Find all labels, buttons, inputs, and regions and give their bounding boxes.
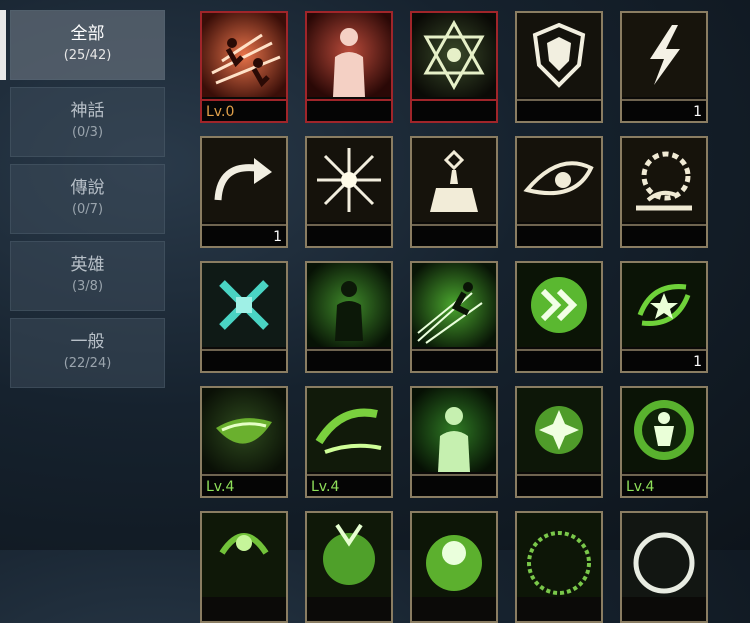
skill-slot[interactable]: Lv.0 [200, 11, 288, 123]
green-whirl-icon [307, 388, 391, 472]
slot-footer [517, 99, 601, 121]
skill-slot[interactable]: Lv.4 [620, 386, 708, 498]
pedestal-icon [412, 138, 496, 222]
dash-attack-icon [202, 13, 286, 97]
slot-footer: 1 [202, 224, 286, 246]
category-count: (22/24) [63, 356, 112, 371]
skill-slot[interactable] [305, 136, 393, 248]
green-flower-icon [517, 388, 601, 472]
skill-count: 1 [693, 354, 702, 370]
burst-icon [307, 138, 391, 222]
slot-footer: 1 [622, 99, 706, 121]
slot-footer: Lv.4 [202, 474, 286, 496]
skill-slot[interactable] [515, 386, 603, 498]
skill-slot[interactable] [410, 11, 498, 123]
sprint-icon [412, 263, 496, 347]
slot-footer: Lv.4 [307, 474, 391, 496]
category-all[interactable]: 全部 (25/42) [10, 10, 165, 80]
slot-footer [307, 224, 391, 246]
skill-slot[interactable] [410, 261, 498, 373]
slot-footer [412, 224, 496, 246]
double-chevron-icon [517, 263, 601, 347]
green-ram-icon [412, 513, 496, 597]
green-orb-icon [307, 513, 391, 597]
crossed-blades-icon [202, 263, 286, 347]
slot-footer: Lv.0 [202, 99, 286, 121]
eye-icon [517, 138, 601, 222]
green-ring-icon [622, 513, 706, 597]
category-name: 全部 [70, 24, 105, 44]
skill-slot[interactable] [515, 261, 603, 373]
skill-level: Lv.4 [311, 479, 340, 495]
slot-footer [307, 349, 391, 371]
human-aura-icon [307, 263, 391, 347]
slot-footer [517, 474, 601, 496]
category-name: 傳說 [70, 178, 105, 198]
category-sidebar: 全部 (25/42) 神話 (0/3) 傳說 (0/7) 英雄 (3/8) 一般… [0, 0, 170, 550]
category-heroic[interactable]: 英雄 (3/8) [10, 241, 165, 311]
skill-level: Lv.4 [626, 479, 655, 495]
skill-grid: Lv.0 1 1 1 Lv.4 Lv.4 Lv.4 [185, 0, 750, 623]
skill-level: Lv.0 [206, 104, 235, 120]
skill-slot[interactable]: 1 [200, 136, 288, 248]
skill-slot[interactable] [200, 261, 288, 373]
category-count: (3/8) [71, 279, 104, 294]
skill-slot[interactable] [620, 136, 708, 248]
spiked-wheel-icon [622, 138, 706, 222]
lightning-icon [622, 13, 706, 97]
slot-footer [517, 224, 601, 246]
category-name: 英雄 [70, 255, 105, 275]
green-slash-icon [202, 388, 286, 472]
green-beast-icon [202, 513, 286, 597]
selected-indicator [0, 10, 6, 80]
slot-footer [202, 349, 286, 371]
shield-icon [517, 13, 601, 97]
green-armor-icon [622, 388, 706, 472]
slot-footer: Lv.4 [622, 474, 706, 496]
human-silhouette-icon [307, 13, 391, 97]
green-silhouette-icon [412, 388, 496, 472]
category-name: 神話 [70, 101, 105, 121]
skill-count: 1 [693, 104, 702, 120]
category-count: (25/42) [63, 48, 112, 63]
skill-slot[interactable] [305, 511, 393, 623]
skill-slot[interactable] [410, 386, 498, 498]
skill-slot[interactable] [515, 11, 603, 123]
rune-star-icon [622, 263, 706, 347]
skill-count: 1 [273, 229, 282, 245]
category-legendary[interactable]: 傳說 (0/7) [10, 164, 165, 234]
slot-footer [622, 224, 706, 246]
green-rune-circle-icon [517, 513, 601, 597]
category-common[interactable]: 一般 (22/24) [10, 318, 165, 388]
category-count: (0/7) [71, 202, 104, 217]
skill-slot[interactable] [620, 511, 708, 623]
curved-arrow-icon [202, 138, 286, 222]
skill-slot[interactable] [305, 261, 393, 373]
skill-level: Lv.4 [206, 479, 235, 495]
skill-slot[interactable] [410, 136, 498, 248]
category-mythic[interactable]: 神話 (0/3) [10, 87, 165, 157]
skill-slot[interactable]: Lv.4 [305, 386, 393, 498]
slot-footer [412, 349, 496, 371]
slot-footer [412, 99, 496, 121]
skill-slot[interactable] [515, 136, 603, 248]
category-name: 一般 [70, 332, 105, 352]
skill-slot[interactable] [200, 511, 288, 623]
skill-slot[interactable]: 1 [620, 11, 708, 123]
category-count: (0/3) [71, 125, 104, 140]
skill-slot[interactable]: 1 [620, 261, 708, 373]
slot-footer [517, 349, 601, 371]
slot-footer [412, 474, 496, 496]
skill-slot[interactable] [410, 511, 498, 623]
skill-slot[interactable] [515, 511, 603, 623]
slot-footer [307, 99, 391, 121]
skill-slot[interactable] [305, 11, 393, 123]
star-rune-icon [412, 13, 496, 97]
slot-footer: 1 [622, 349, 706, 371]
skill-slot[interactable]: Lv.4 [200, 386, 288, 498]
